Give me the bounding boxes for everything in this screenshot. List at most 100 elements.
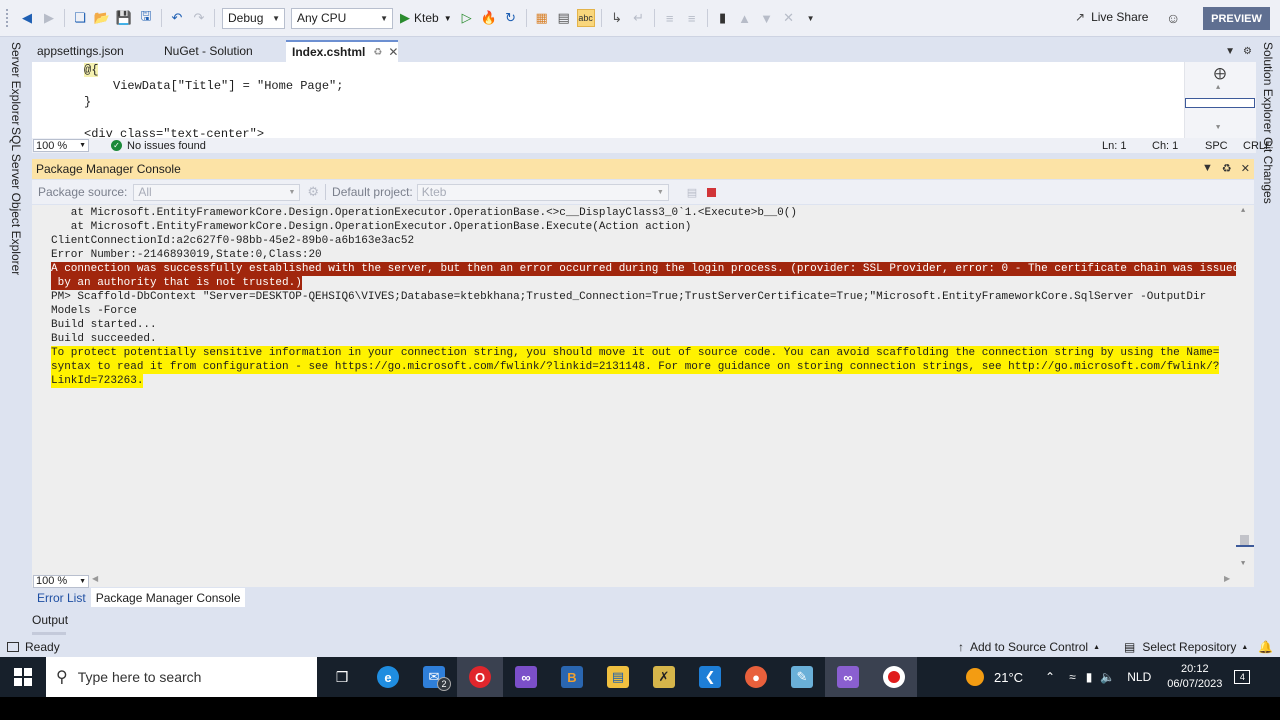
tab-list-dropdown-icon[interactable]: ▼ — [1225, 46, 1235, 57]
scroll-left-icon[interactable]: ◀ — [92, 574, 98, 583]
battery-icon[interactable]: ▮ — [1086, 670, 1093, 684]
taskbar-app-notes[interactable]: ✎ — [779, 657, 825, 697]
indent-icon[interactable]: ≡ — [683, 9, 701, 27]
bookmark-icon[interactable]: ▮ — [714, 9, 732, 27]
undo-icon[interactable]: ↶ — [168, 9, 186, 27]
toolbar-grip[interactable] — [6, 9, 10, 27]
add-to-source-control[interactable]: Add to Source Control — [970, 640, 1088, 654]
taskbar-vscode[interactable]: ❮ — [687, 657, 733, 697]
taskbar-visual-studio-preview[interactable]: ∞ — [825, 657, 871, 697]
task-view-button[interactable]: ❒ — [319, 657, 365, 697]
scroll-down-icon[interactable]: ▼ — [1241, 560, 1245, 568]
solution-explorer-tab[interactable]: Solution Explorer — [1261, 42, 1275, 133]
split-icon[interactable]: ⨁ — [1214, 66, 1226, 81]
scroll-up-icon[interactable]: ▲ — [1216, 84, 1220, 92]
refresh-icon[interactable]: ↻ — [502, 9, 520, 27]
taskbar-file-explorer[interactable]: ▤ — [595, 657, 641, 697]
start-button[interactable] — [0, 657, 46, 697]
gear-icon[interactable]: ⚙ — [1243, 46, 1252, 57]
settings-gear-icon[interactable]: ⚙ — [307, 184, 319, 200]
start-debugging-button[interactable]: ▶ Kteb ▼ — [400, 10, 452, 26]
configuration-dropdown[interactable]: Debug ▼ — [222, 7, 285, 29]
browser-link-icon[interactable]: ▦ — [533, 9, 551, 27]
taskbar-recorder[interactable] — [871, 657, 917, 697]
pin-icon[interactable]: ♻ — [1222, 162, 1232, 175]
scroll-right-icon[interactable]: ▶ — [1224, 574, 1230, 583]
temperature[interactable]: 21°C — [994, 670, 1023, 685]
taskbar-search[interactable]: ⚲ Type here to search — [46, 657, 317, 697]
chevron-down-icon: ▼ — [79, 577, 86, 585]
step-over-icon[interactable]: ↵ — [630, 9, 648, 27]
hot-reload-icon[interactable]: 🔥 — [480, 9, 498, 27]
next-bookmark-icon[interactable]: ▼ — [758, 9, 776, 27]
tab-nuget-solution[interactable]: NuGet - Solution — [159, 40, 284, 62]
stop-icon[interactable] — [707, 187, 717, 197]
toolbar-overflow-icon[interactable]: ▼ — [802, 9, 820, 27]
clear-bookmarks-icon[interactable]: ✕ — [780, 9, 798, 27]
configuration-value: Debug — [228, 11, 264, 25]
tab-error-list[interactable]: Error List — [32, 588, 91, 607]
scroll-thumb[interactable] — [1185, 98, 1255, 108]
prev-bookmark-icon[interactable]: ▲ — [736, 9, 754, 27]
code-editor[interactable]: @{ ViewData["Title"] = "Home Page"; } <d… — [32, 62, 1256, 138]
start-without-debugging-icon[interactable]: ▷ — [458, 9, 476, 27]
taskbar-edge[interactable]: e — [365, 657, 411, 697]
taskbar-app-b[interactable]: B — [549, 657, 595, 697]
forward-icon[interactable]: ▶ — [40, 9, 58, 27]
language-indicator[interactable]: NLD — [1127, 670, 1151, 684]
clear-console-icon[interactable]: ▤ — [687, 186, 697, 199]
editor-scrollbar[interactable]: ⨁ ▲ ▼ — [1184, 62, 1256, 138]
whitespace-mode[interactable]: SPC — [1205, 140, 1243, 152]
server-explorer-tab[interactable]: Server Explorer — [9, 42, 23, 125]
taskbar-app-tools[interactable]: ✗ — [641, 657, 687, 697]
taskbar-app-paint[interactable]: ● — [733, 657, 779, 697]
feedback-icon[interactable]: ☺ — [1166, 10, 1180, 26]
close-icon[interactable]: ✕ — [1241, 162, 1250, 175]
chevron-up-icon[interactable]: ⌃ — [1045, 670, 1055, 684]
line-ending[interactable]: CRLF — [1243, 140, 1272, 152]
scroll-up-icon[interactable]: ▲ — [1241, 207, 1245, 215]
console-zoom-dropdown[interactable]: 100 % ▼ — [33, 574, 89, 588]
save-icon[interactable]: 💾 — [115, 9, 133, 27]
live-share-button[interactable]: ↗ Live Share — [1075, 10, 1148, 24]
scroll-down-icon[interactable]: ▼ — [1216, 124, 1220, 132]
layout-icon[interactable]: ▤ — [555, 9, 573, 27]
tab-package-manager-console[interactable]: Package Manager Console — [90, 588, 246, 607]
new-project-icon[interactable]: ❏ — [71, 9, 89, 27]
taskbar-visual-studio[interactable]: ∞ — [503, 657, 549, 697]
pin-icon[interactable]: ♻ — [373, 47, 382, 58]
chevron-down-icon: ▼ — [443, 13, 452, 23]
issues-indicator[interactable]: ✓ No issues found — [111, 140, 206, 152]
close-icon[interactable]: ✕ — [388, 45, 398, 59]
volume-icon[interactable]: 🔈 — [1100, 670, 1115, 684]
back-icon[interactable]: ◀ — [18, 9, 36, 27]
default-project-dropdown[interactable]: Kteb ▼ — [416, 183, 669, 201]
clock[interactable]: 20:12 06/07/2023 — [1167, 662, 1222, 692]
redo-icon[interactable]: ↷ — [190, 9, 208, 27]
platform-dropdown[interactable]: Any CPU ▼ — [291, 7, 393, 29]
output-window-icon[interactable] — [7, 642, 19, 652]
sql-server-object-explorer-tab[interactable]: SQL Server Object Explorer — [9, 127, 23, 275]
pmc-console-output[interactable]: at Microsoft.EntityFrameworkCore.Design.… — [32, 205, 1254, 575]
window-menu-icon[interactable]: ▼ — [1202, 162, 1213, 175]
taskbar-opera[interactable]: O — [457, 657, 503, 697]
save-all-icon[interactable]: 🖫 — [137, 8, 155, 27]
weather-icon[interactable] — [966, 668, 984, 686]
package-source-dropdown[interactable]: All ▼ — [133, 183, 301, 201]
notification-bell-icon[interactable]: 🔔 — [1258, 640, 1273, 654]
outdent-icon[interactable]: ≡ — [661, 9, 679, 27]
tab-appsettings[interactable]: appsettings.json — [32, 40, 157, 62]
spell-check-icon[interactable]: abc — [576, 9, 595, 27]
select-repository[interactable]: Select Repository — [1142, 640, 1236, 654]
open-folder-icon[interactable]: 📂 — [93, 9, 111, 27]
tab-output[interactable]: Output — [32, 613, 68, 635]
console-scrollbar[interactable]: ▲ ▼ — [1236, 205, 1254, 575]
taskbar-mail[interactable]: ✉ 2 — [411, 657, 457, 697]
record-icon — [883, 666, 905, 688]
step-into-icon[interactable]: ↳ — [608, 9, 626, 27]
network-icon[interactable]: ≈ — [1069, 670, 1076, 684]
tab-index-cshtml[interactable]: Index.cshtml ♻ ✕ — [286, 40, 398, 62]
preview-button[interactable]: PREVIEW — [1203, 7, 1270, 30]
editor-zoom-dropdown[interactable]: 100 % ▼ — [33, 139, 89, 152]
action-center-icon[interactable]: 4 — [1234, 670, 1251, 684]
